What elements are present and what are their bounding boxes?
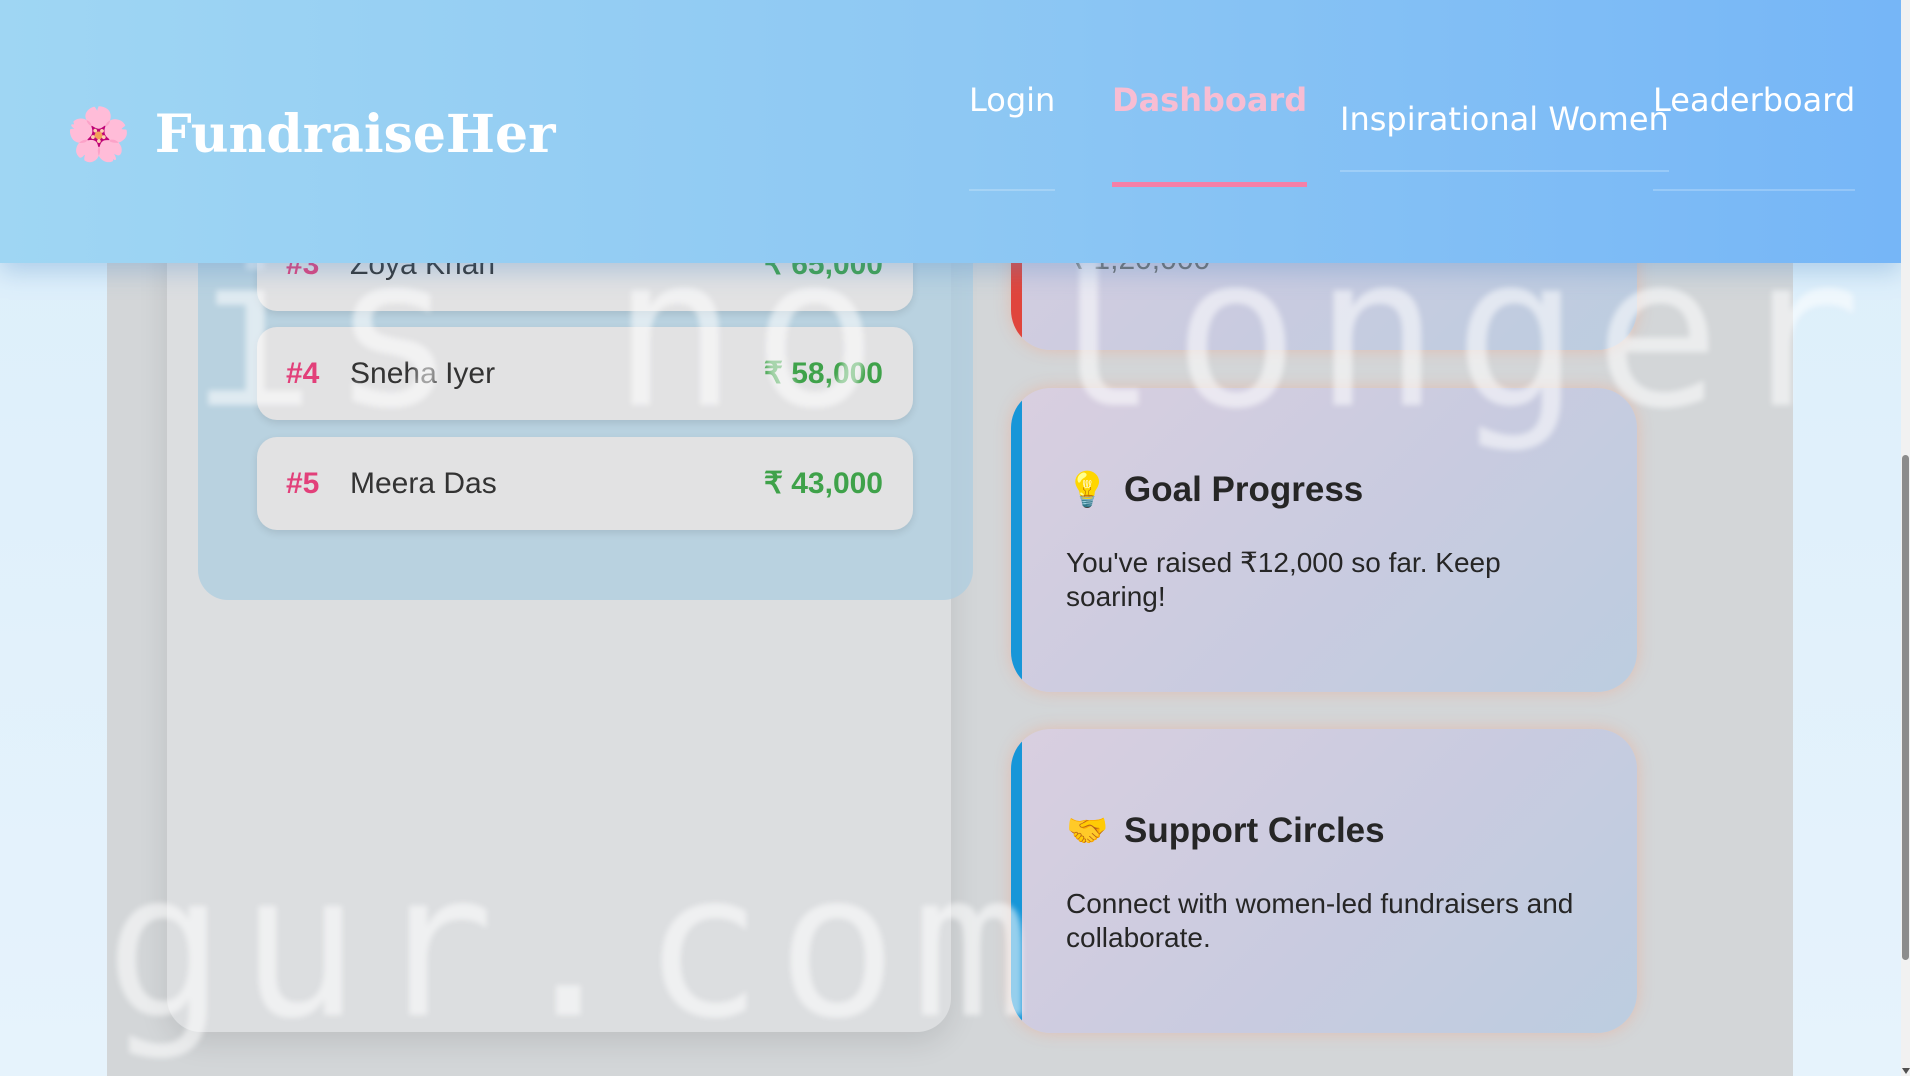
fundraiser-name: Sneha Iyer: [350, 356, 496, 390]
card-title-text: Support Circles: [1124, 811, 1385, 850]
support-circles-title: 🤝 Support Circles: [1066, 811, 1385, 851]
nav-leaderboard[interactable]: Leaderboard: [1653, 81, 1856, 191]
flower-icon: 🌸: [66, 105, 131, 164]
leaderboard-row: #4 Sneha Iyer ₹ 58,000: [257, 327, 913, 420]
handshake-icon: 🤝: [1066, 812, 1109, 850]
scrollbar-thumb[interactable]: [1902, 455, 1909, 960]
nav-inspirational-women[interactable]: Inspirational Women: [1340, 100, 1669, 172]
nav-dashboard[interactable]: Dashboard: [1112, 81, 1308, 187]
brand-name: FundraiseHer: [154, 104, 556, 165]
raised-amount: ₹ 43,000: [763, 467, 883, 500]
support-circles-card: 🤝 Support Circles Connect with women-led…: [1011, 729, 1637, 1033]
goal-progress-card: 💡 Goal Progress You've raised ₹12,000 so…: [1011, 388, 1637, 692]
brand-logo[interactable]: 🌸 FundraiseHer: [66, 104, 556, 165]
lightbulb-icon: 💡: [1066, 471, 1109, 509]
nav-login[interactable]: Login: [969, 81, 1056, 191]
goal-progress-title: 💡 Goal Progress: [1066, 470, 1363, 510]
goal-progress-text: You've raised ₹12,000 so far. Keep soari…: [1066, 547, 1501, 612]
fundraiser-name: Meera Das: [350, 466, 497, 500]
rank-label: #5: [286, 466, 320, 500]
vertical-scrollbar[interactable]: [1901, 0, 1910, 1076]
top-navbar: 🌸 FundraiseHer Login Dashboard Inspirati…: [0, 0, 1901, 263]
rank-label: #4: [286, 356, 320, 390]
card-title-text: Goal Progress: [1124, 470, 1364, 509]
leaderboard-row: #5 Meera Das ₹ 43,000: [257, 437, 913, 530]
scroll-down-arrow-icon[interactable]: [1902, 1068, 1910, 1074]
raised-amount: ₹ 58,000: [763, 357, 883, 390]
support-circles-text: Connect with women-led fundraisers and c…: [1066, 888, 1574, 953]
